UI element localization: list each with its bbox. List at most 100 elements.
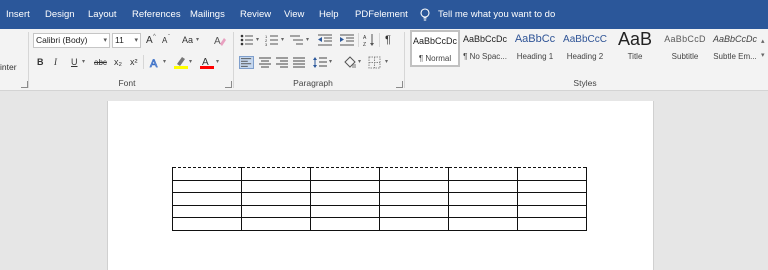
chevron-down-icon[interactable]: ▾ (358, 55, 361, 70)
table-cell[interactable] (172, 179, 242, 194)
clipboard-dialog-launcher[interactable] (21, 81, 28, 88)
table-cell[interactable] (241, 167, 311, 181)
style-name: Heading 1 (516, 52, 554, 61)
grow-font-button[interactable]: A (146, 33, 153, 48)
table-cell[interactable] (448, 217, 518, 231)
document-table[interactable] (172, 167, 587, 231)
table-cell[interactable] (379, 192, 449, 206)
table-cell[interactable] (310, 179, 380, 194)
table-cell[interactable] (448, 179, 518, 194)
table-cell[interactable] (517, 192, 587, 206)
tab-review[interactable]: Review (240, 0, 271, 29)
chevron-down-icon[interactable]: ▾ (189, 55, 192, 70)
font-color-icon[interactable]: A (200, 56, 214, 69)
font-size-combo[interactable]: 11 ▾ (112, 33, 141, 48)
highlight-color-icon[interactable] (174, 56, 188, 69)
tab-pdfelement[interactable]: PDFelement (355, 0, 408, 29)
increase-indent-icon[interactable] (340, 34, 354, 46)
style-heading-2[interactable]: AaBbCcC Heading 2 (560, 30, 610, 67)
table-cell[interactable] (310, 192, 380, 206)
chevron-down-icon[interactable]: ▾ (134, 34, 138, 47)
show-formatting-marks-button[interactable]: ¶ (385, 33, 391, 48)
font-dialog-launcher[interactable] (225, 81, 232, 88)
table-cell[interactable] (448, 204, 518, 219)
tab-mailings[interactable]: Mailings (190, 0, 225, 29)
table-cell[interactable] (241, 179, 311, 194)
style-heading-1[interactable]: AaBbCc Heading 1 (510, 30, 560, 67)
line-spacing-icon[interactable] (313, 56, 327, 69)
table-cell[interactable] (517, 217, 587, 231)
sort-icon[interactable]: AZ (363, 33, 375, 47)
table-cell[interactable] (448, 192, 518, 206)
table-cell[interactable] (379, 204, 449, 219)
chevron-down-icon[interactable]: ▾ (281, 33, 284, 48)
bullets-icon[interactable] (240, 34, 254, 46)
table-cell[interactable] (241, 204, 311, 219)
justify-icon[interactable] (292, 56, 306, 69)
style-subtitle[interactable]: AaBbCcD Subtitle (660, 30, 710, 67)
table-cell[interactable] (172, 167, 242, 181)
multilevel-list-icon[interactable] (290, 34, 304, 46)
chevron-down-icon[interactable]: ▾ (163, 55, 166, 70)
table-cell[interactable] (172, 204, 242, 219)
strikethrough-button[interactable]: abc (94, 55, 107, 70)
text-effects-icon[interactable]: A (149, 56, 163, 69)
gallery-scroll-up-icon[interactable]: ▴ (761, 34, 765, 49)
style-title[interactable]: AaB Title (610, 29, 660, 67)
tab-insert[interactable]: Insert (6, 0, 30, 29)
table-cell[interactable] (379, 167, 449, 181)
table-cell[interactable] (172, 217, 242, 231)
chevron-down-icon[interactable]: ▾ (82, 55, 85, 70)
style-name: ¶ No Spac... (463, 52, 507, 61)
button-divider (358, 33, 359, 47)
chevron-down-icon[interactable]: ▾ (329, 55, 332, 70)
paragraph-dialog-launcher[interactable] (396, 81, 403, 88)
chevron-down-icon[interactable]: ▾ (306, 33, 309, 48)
format-painter-button[interactable]: inter (0, 60, 17, 75)
table-cell[interactable] (448, 167, 518, 181)
underline-button[interactable]: U (71, 55, 78, 70)
numbering-icon[interactable]: 123 (265, 34, 279, 46)
align-left-icon[interactable] (239, 56, 254, 69)
decrease-indent-icon[interactable] (318, 34, 332, 46)
style-normal[interactable]: AaBbCcDc ¶ Normal (410, 30, 460, 67)
shading-icon[interactable] (343, 56, 357, 69)
tab-layout[interactable]: Layout (88, 0, 117, 29)
chevron-down-icon[interactable]: ▾ (103, 34, 107, 47)
clear-formatting-icon[interactable]: A (214, 34, 226, 46)
styles-group-label: Styles (573, 78, 597, 88)
italic-button[interactable]: I (54, 55, 57, 70)
shrink-font-button[interactable]: A (162, 33, 167, 48)
style-no-spacing[interactable]: AaBbCcDc ¶ No Spac... (460, 30, 510, 67)
chevron-down-icon[interactable]: ▾ (256, 33, 259, 48)
tab-help[interactable]: Help (319, 0, 339, 29)
table-cell[interactable] (379, 217, 449, 231)
chevron-down-icon[interactable]: ▾ (385, 55, 388, 70)
font-name-combo[interactable]: Calibri (Body) ▾ (33, 33, 110, 48)
table-cell[interactable] (310, 217, 380, 231)
gallery-scroll-down-icon[interactable]: ▾ (761, 48, 765, 63)
change-case-button[interactable]: Aa (182, 33, 193, 48)
align-right-icon[interactable] (275, 56, 289, 69)
table-cell[interactable] (241, 217, 311, 231)
table-cell[interactable] (310, 167, 380, 181)
chevron-down-icon[interactable]: ▾ (196, 33, 199, 48)
table-cell[interactable] (517, 204, 587, 219)
table-cell[interactable] (517, 167, 587, 181)
table-cell[interactable] (241, 192, 311, 206)
table-cell[interactable] (172, 192, 242, 206)
table-cell[interactable] (517, 179, 587, 194)
bold-button[interactable]: B (37, 55, 44, 70)
table-cell[interactable] (310, 204, 380, 219)
tab-design[interactable]: Design (45, 0, 75, 29)
align-center-icon[interactable] (258, 56, 272, 69)
style-subtle-emphasis[interactable]: AaBbCcDc Subtle Em... (710, 30, 760, 67)
tab-view[interactable]: View (284, 0, 304, 29)
table-cell[interactable] (379, 179, 449, 194)
tab-references[interactable]: References (132, 0, 181, 29)
tell-me-search[interactable]: Tell me what you want to do (438, 0, 555, 29)
superscript-button[interactable]: x² (130, 55, 138, 70)
borders-icon[interactable] (368, 56, 381, 69)
subscript-button[interactable]: x₂ (114, 55, 122, 70)
chevron-down-icon[interactable]: ▾ (216, 55, 219, 70)
